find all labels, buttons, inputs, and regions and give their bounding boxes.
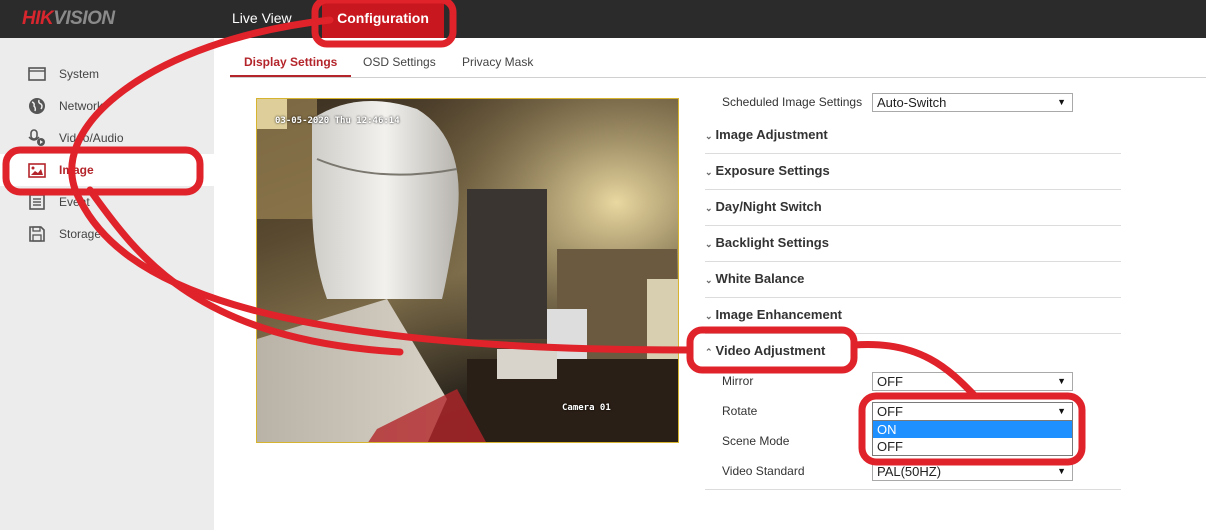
sidebar-item-label: Image	[59, 163, 94, 177]
nav-live-view[interactable]: Live View	[232, 0, 292, 38]
scheduled-image-settings-select[interactable]: Auto-Switch ▼	[872, 93, 1073, 112]
microphone-camera-icon	[28, 129, 46, 146]
hikvision-logo: HIKVISION	[22, 8, 115, 29]
video-adjustment-header[interactable]: ⌃ Video Adjustment	[705, 343, 825, 358]
tab-privacy-mask[interactable]: Privacy Mask	[462, 48, 533, 77]
tab-display-settings[interactable]: Display Settings	[230, 48, 352, 77]
sidebar-item-label: Video/Audio	[59, 131, 124, 145]
sidebar-item-label: Storage	[59, 227, 102, 241]
tab-osd-settings[interactable]: OSD Settings	[363, 48, 436, 77]
rotate-option-on[interactable]: ON	[873, 421, 1072, 438]
scheduled-image-settings-row: Scheduled Image Settings Auto-Switch ▼	[705, 90, 1121, 114]
rotate-label: Rotate	[722, 404, 758, 418]
dropdown-arrow-icon: ▼	[1057, 376, 1066, 386]
rotate-option-off[interactable]: OFF	[873, 438, 1072, 455]
sidebar-item-network[interactable]: Network	[0, 90, 214, 122]
scheduled-image-settings-label: Scheduled Image Settings	[722, 95, 863, 109]
mirror-label: Mirror	[722, 374, 754, 388]
chevron-down-icon: ⌄	[705, 275, 713, 285]
section-exposure-settings[interactable]: ⌄ Exposure Settings	[705, 154, 1121, 190]
camera-name-overlay: Camera 01	[562, 403, 611, 413]
section-video-adjustment: ⌃ Video Adjustment Mirror OFF ▼ Rotate OFF…	[705, 334, 1121, 490]
sidebar-item-label: Network	[59, 99, 104, 113]
section-image-enhancement[interactable]: ⌄ Image Enhancement	[705, 298, 1121, 334]
nav-configuration[interactable]: Configuration	[322, 0, 444, 38]
sidebar-item-label: Event	[59, 195, 90, 209]
timestamp-overlay: 03-05-2020 Thu 12:46:14	[275, 116, 400, 126]
video-standard-select[interactable]: PAL(50HZ) ▼	[872, 462, 1073, 481]
rotate-dropdown-list: ON OFF	[872, 420, 1073, 456]
top-bar: HIKVISION Live View Configuration	[0, 0, 1206, 38]
window-icon	[28, 66, 46, 82]
settings-tabs: Display Settings OSD Settings Privacy Ma…	[230, 48, 1206, 78]
sidebar-item-image[interactable]: Image	[0, 154, 214, 186]
list-icon	[28, 194, 46, 210]
sidebar-item-video-audio[interactable]: Video/Audio	[0, 122, 214, 154]
video-standard-label: Video Standard	[722, 464, 805, 478]
chevron-down-icon: ⌄	[705, 239, 713, 249]
rotate-select[interactable]: OFF ▼	[872, 402, 1073, 421]
chevron-down-icon: ⌄	[705, 131, 713, 141]
image-icon	[28, 162, 46, 178]
chevron-down-icon: ⌄	[705, 203, 713, 213]
section-image-adjustment[interactable]: ⌄ Image Adjustment	[705, 118, 1121, 154]
section-day-night-switch[interactable]: ⌄ Day/Night Switch	[705, 190, 1121, 226]
sidebar: System Network Video/Audio Image Event S…	[0, 38, 214, 530]
sidebar-item-event[interactable]: Event	[0, 186, 214, 218]
live-video-preview[interactable]: 03-05-2020 Thu 12:46:14 Camera 01	[256, 98, 679, 443]
section-backlight-settings[interactable]: ⌄ Backlight Settings	[705, 226, 1121, 262]
dropdown-arrow-icon: ▼	[1057, 97, 1066, 107]
sidebar-item-system[interactable]: System	[0, 58, 214, 90]
mirror-select[interactable]: OFF ▼	[872, 372, 1073, 391]
scene-mode-label: Scene Mode	[722, 434, 790, 448]
section-white-balance[interactable]: ⌄ White Balance	[705, 262, 1121, 298]
sidebar-item-label: System	[59, 67, 100, 81]
dropdown-arrow-icon: ▼	[1057, 466, 1066, 476]
chevron-down-icon: ⌄	[705, 311, 713, 321]
floppy-disk-icon	[28, 226, 46, 242]
chevron-down-icon: ⌄	[705, 167, 713, 177]
chevron-up-icon: ⌃	[705, 347, 713, 357]
camera-scene-image	[257, 99, 678, 442]
sidebar-item-storage[interactable]: Storage	[0, 218, 214, 250]
dropdown-arrow-icon: ▼	[1057, 406, 1066, 416]
globe-icon	[28, 98, 46, 114]
